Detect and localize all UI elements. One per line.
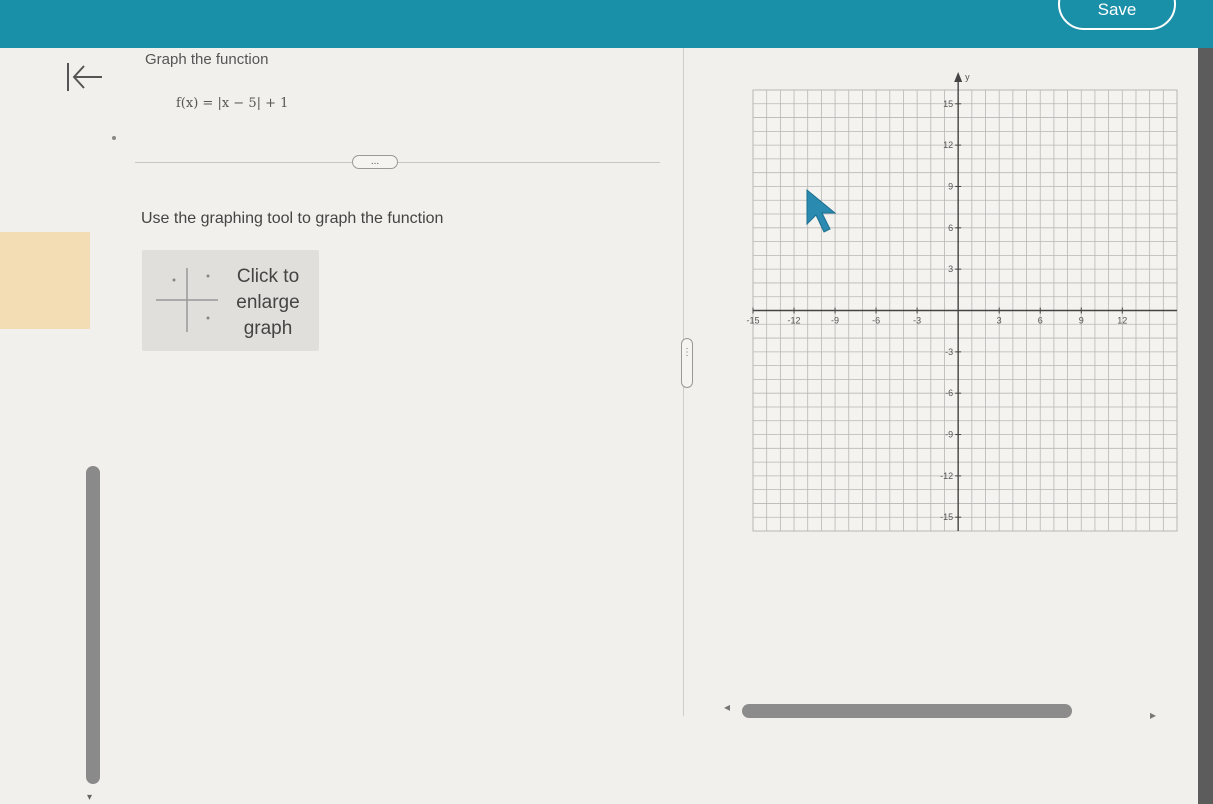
bullet-dot [112,136,116,140]
scroll-down-icon[interactable]: ▾ [87,792,92,803]
y-tick-label: 9 [948,181,953,191]
x-tick-label: -12 [788,316,801,326]
question-prompt: Graph the function [145,51,269,68]
y-tick-label: -3 [945,347,953,357]
x-tick-label: 3 [997,316,1002,326]
enlarge-graph-button[interactable]: Click to enlarge graph [142,250,319,351]
enlarge-label-line: graph [243,318,293,339]
y-axis-label: y [965,72,970,82]
enlarge-label-line: Click to [236,266,300,287]
coordinate-graph[interactable]: y -15 -12 -9 -6 -3 3 6 9 12 15 12 9 6 3 -3 -6 -9 -12 -15 [745,66,1185,541]
window-edge [1198,48,1213,804]
y-tick-label: 3 [948,264,953,274]
y-axis-arrow [954,72,963,82]
back-arrow-icon[interactable] [62,60,106,94]
panel-splitter-handle[interactable]: ⋮ [681,338,693,388]
side-tab[interactable] [0,232,90,329]
horizontal-scrollbar[interactable] [742,704,1072,718]
top-bar: Save [0,0,1213,48]
pointer-cursor-icon [806,188,837,233]
instruction-text: Use the graphing tool to graph the funct… [141,210,444,227]
x-tick-label: 9 [1079,316,1084,326]
scroll-right-icon[interactable]: ▸ [1150,708,1156,722]
save-button[interactable]: Save [1058,0,1176,30]
left-scrollbar[interactable] [86,466,100,784]
y-tick-label: -9 [945,430,953,440]
y-tick-label: -12 [940,471,953,481]
y-tick-label: -6 [945,388,953,398]
splitter-grip-icon: ⋮ [682,347,692,358]
function-formula: f(x) = |x − 5| + 1 [176,96,289,111]
x-tick-label: -3 [913,316,921,326]
enlarge-label: Click to enlarge graph [228,264,308,342]
y-tick-label: 12 [943,140,953,150]
y-tick-label: 6 [948,223,953,233]
enlarge-label-line: enlarge [236,292,300,313]
x-tick-label: 12 [1117,316,1127,326]
x-tick-label: -6 [872,316,880,326]
x-tick-label: -15 [746,316,759,326]
graph-thumbnail-icon [156,268,218,332]
x-tick-label: 6 [1038,316,1043,326]
scroll-left-icon[interactable]: ◂ [724,700,730,714]
y-tick-label: -15 [940,512,953,522]
x-tick-label: -9 [831,316,839,326]
more-button[interactable]: ... [352,155,398,169]
y-tick-label: 15 [943,99,953,109]
